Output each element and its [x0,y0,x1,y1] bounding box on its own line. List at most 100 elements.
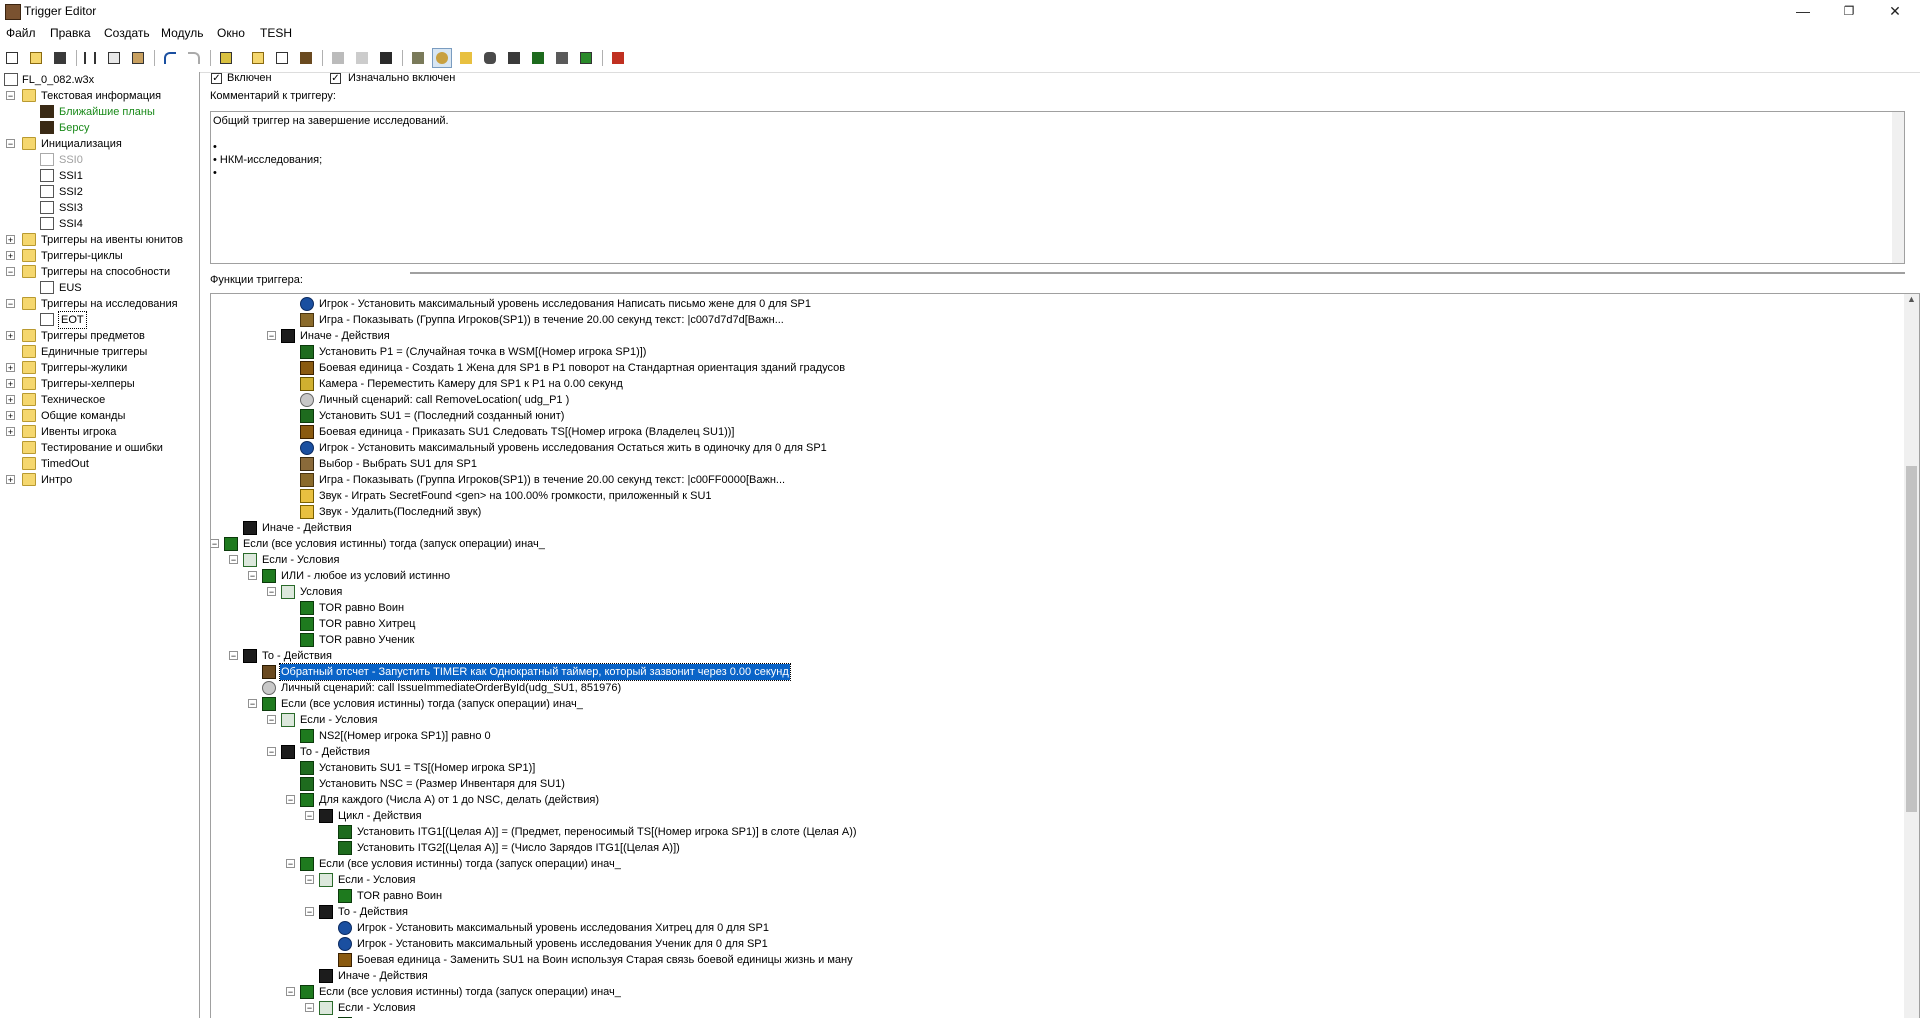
tree-item[interactable]: + Триггеры-хелперы [0,376,199,392]
expand-icon[interactable]: + [6,235,15,245]
object-icon[interactable] [480,48,500,68]
sound-icon[interactable] [456,48,476,68]
collapse-icon[interactable]: − [6,91,15,101]
open-icon[interactable] [26,48,46,68]
model-icon[interactable] [552,48,572,68]
jass-icon[interactable] [216,48,236,68]
collapse-icon[interactable]: − [211,539,219,549]
function-row[interactable]: Игрок - Установить максимальный уровень … [211,936,1901,952]
cut-icon[interactable] [80,48,100,68]
test-map-icon[interactable] [576,48,596,68]
collapse-icon[interactable]: − [305,875,314,885]
tree-item[interactable]: SSI4 [0,216,199,232]
tree-item[interactable]: Тестирование и ошибки [0,440,199,456]
collapse-icon[interactable]: − [267,715,276,725]
tree-item[interactable]: + Триггеры предметов [0,328,199,344]
trigger-functions-tree[interactable]: ▲ Игрок - Установить максимальный уровен… [210,293,1920,1018]
function-row[interactable]: Установить SU1 = TS[(Номер игрока SP1)] [211,760,1901,776]
function-row[interactable]: − Цикл - Действия [211,808,1901,824]
menu-window[interactable]: Окно [217,26,245,40]
tree-item[interactable]: SSI2 [0,184,199,200]
close-icon-tool[interactable] [608,48,628,68]
expand-icon[interactable]: + [6,411,15,421]
comment-scrollbar[interactable] [1892,112,1904,263]
collapse-icon[interactable]: − [229,555,238,565]
function-row[interactable]: Звук - Играть SecretFound <gen> на 100.0… [211,488,1901,504]
collapse-icon[interactable]: − [248,571,257,581]
tree-item[interactable]: Берсу [0,120,199,136]
text-icon[interactable] [432,48,452,68]
tree-item[interactable]: + Общие команды [0,408,199,424]
expand-icon[interactable]: + [6,475,15,485]
tree-item[interactable]: EUS [0,280,199,296]
tree-item[interactable]: + Триггеры-циклы [0,248,199,264]
save-icon[interactable] [50,48,70,68]
new-action-icon[interactable] [376,48,396,68]
function-row[interactable]: Игрок - Установить максимальный уровень … [211,920,1901,936]
function-row[interactable]: Боевая единица - Приказать SU1 Следовать… [211,424,1901,440]
tree-item[interactable]: TimedOut [0,456,199,472]
redo-icon[interactable] [184,48,204,68]
menu-tesh[interactable]: TESH [260,26,292,40]
new-trigger-icon[interactable] [272,48,292,68]
initially-on-checkbox[interactable]: ✓ [330,73,341,84]
function-row[interactable]: Личный сценарий: call RemoveLocation( ud… [211,392,1901,408]
terrain-icon[interactable] [408,48,428,68]
function-row[interactable]: Установить SU1 = (Последний созданный юн… [211,408,1901,424]
collapse-icon[interactable]: − [248,699,257,709]
function-row[interactable]: Установить ITG2[(Целая А)] = (Число Заря… [211,840,1901,856]
collapse-icon[interactable]: − [286,987,295,997]
collapse-icon[interactable]: − [6,299,15,309]
collapse-icon[interactable]: − [305,811,314,821]
tree-item[interactable]: − Текстовая информация [0,88,199,104]
function-row[interactable]: Личный сценарий: call IssueImmediateOrde… [211,680,1901,696]
expand-icon[interactable]: + [6,395,15,405]
expand-icon[interactable]: + [6,331,15,341]
enabled-checkbox[interactable]: ✓ [211,73,222,84]
expand-icon[interactable]: + [6,427,15,437]
function-row[interactable]: Установить P1 = (Случайная точка в WSM[(… [211,344,1901,360]
collapse-icon[interactable]: − [6,139,15,149]
tree-item[interactable]: − Триггеры на способности [0,264,199,280]
collapse-icon[interactable]: − [286,795,295,805]
function-row[interactable]: − Иначе - Действия [211,328,1901,344]
function-row[interactable]: Камера - Переместить Камеру для SP1 к P1… [211,376,1901,392]
copy-icon[interactable] [104,48,124,68]
scrollbar-thumb[interactable] [1906,466,1917,812]
collapse-icon[interactable]: − [267,747,276,757]
function-row[interactable]: Установить ITG1[(Целая А)] = (Предмет, п… [211,824,1901,840]
tree-item[interactable]: SSI1 [0,168,199,184]
function-row[interactable]: − То - Действия [211,904,1901,920]
tree-item[interactable]: SSI3 [0,200,199,216]
expand-icon[interactable]: + [6,379,15,389]
function-row[interactable]: Иначе - Действия [211,968,1901,984]
tree-item[interactable]: − Инициализация [0,136,199,152]
functions-scrollbar[interactable]: ▲ [1904,294,1919,1018]
function-row[interactable]: − Если (все условия истинны) тогда (запус… [211,984,1901,1000]
tree-item[interactable]: Единичные триггеры [0,344,199,360]
collapse-icon[interactable]: − [229,651,238,661]
function-row[interactable]: TOR равно Воин [211,888,1901,904]
function-row[interactable]: Игрок - Установить максимальный уровень … [211,440,1901,456]
new-condition-icon[interactable] [352,48,372,68]
function-row[interactable]: − Если (все условия истинны) тогда (запус… [211,856,1901,872]
tree-item[interactable]: − Триггеры на исследования [0,296,199,312]
paste-icon[interactable] [128,48,148,68]
expand-icon[interactable]: + [6,251,15,261]
minimize-button[interactable]: — [1780,0,1826,22]
function-row[interactable]: − То - Действия [211,744,1901,760]
close-button[interactable]: ✕ [1872,0,1918,22]
function-row[interactable]: Игра - Показывать (Группа Игроков(SP1)) … [211,312,1901,328]
function-row[interactable]: Боевая единица - Создать 1 Жена для SP1 … [211,360,1901,376]
function-row[interactable]: Боевая единица - Заменить SU1 на Воин ис… [211,952,1901,968]
collapse-icon[interactable]: − [305,1003,314,1013]
function-row[interactable]: − То - Действия [211,648,1901,664]
collapse-icon[interactable]: − [267,331,276,341]
function-row[interactable]: − Условия [211,584,1901,600]
menu-create[interactable]: Создать [104,26,150,40]
function-row[interactable]: − Если - Условия [211,1000,1901,1016]
function-row[interactable]: − Если - Условия [211,872,1901,888]
scroll-up-icon[interactable]: ▲ [1907,294,1916,304]
import-icon[interactable] [504,48,524,68]
tree-item[interactable]: Ближайшие планы [0,104,199,120]
